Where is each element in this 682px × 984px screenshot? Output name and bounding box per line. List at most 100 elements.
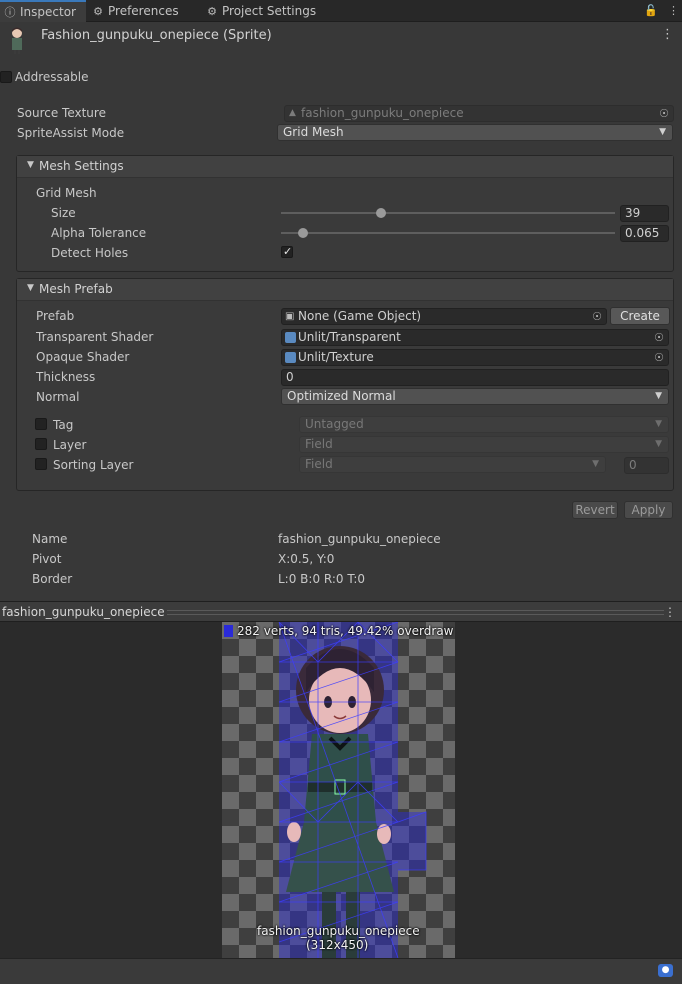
inspector-footer: ● xyxy=(0,958,682,984)
sorting-layer-label: Sorting Layer xyxy=(53,458,134,472)
sprite-preview: 282 verts, 94 tris, 49.42% overdraw fash… xyxy=(0,622,682,958)
object-picker-icon[interactable]: ☉ xyxy=(592,309,602,324)
grid-mesh-label: Grid Mesh xyxy=(36,186,97,200)
foldout-arrow-icon: ▼ xyxy=(27,160,34,170)
name-value: fashion_gunpuku_onepiece xyxy=(278,532,441,546)
chevron-down-icon: ▼ xyxy=(655,419,662,429)
size-slider-track[interactable] xyxy=(281,212,615,214)
mesh-stats: 282 verts, 94 tris, 49.42% overdraw xyxy=(237,624,454,638)
prefab-value: None (Game Object) xyxy=(298,309,422,323)
gameobject-icon: ▣ xyxy=(285,311,295,322)
source-texture-label: Source Texture xyxy=(17,106,106,120)
preview-header[interactable]: fashion_gunpuku_onepiece ⋮ xyxy=(0,601,682,622)
size-input[interactable]: 39 xyxy=(620,205,669,222)
thickness-label: Thickness xyxy=(36,370,96,384)
tag-checkbox[interactable] xyxy=(35,418,47,430)
drag-handle[interactable] xyxy=(167,610,664,615)
sorting-layer-value: Field xyxy=(305,457,333,471)
preview-caption-size: (312x450) xyxy=(306,938,369,952)
thickness-input[interactable]: 0 xyxy=(281,369,669,386)
tab-preferences-label: Preferences xyxy=(108,4,179,18)
sprite-mesh-overlay xyxy=(224,622,427,958)
tab-inspector[interactable]: ⓘ Inspector xyxy=(0,0,86,22)
alpha-tolerance-input[interactable]: 0.065 xyxy=(620,225,669,242)
chevron-down-icon: ▼ xyxy=(659,127,666,137)
tag-dropdown: Untagged ▼ xyxy=(299,416,669,433)
source-texture-field: ▲ fashion_gunpuku_onepiece ☉ xyxy=(284,105,674,122)
sprite-assist-mode-dropdown[interactable]: Grid Mesh ▼ xyxy=(277,124,673,141)
object-picker-icon[interactable]: ☉ xyxy=(654,330,664,345)
preview-title: fashion_gunpuku_onepiece xyxy=(2,605,165,619)
layer-label: Layer xyxy=(53,438,87,452)
alpha-tolerance-label: Alpha Tolerance xyxy=(51,226,147,240)
pivot-value: X:0.5, Y:0 xyxy=(278,552,335,566)
border-value: L:0 B:0 R:0 T:0 xyxy=(278,572,366,586)
apply-button[interactable]: Apply xyxy=(624,501,673,519)
addressable-checkbox[interactable] xyxy=(0,71,12,83)
size-label: Size xyxy=(51,206,76,220)
tag-value: Untagged xyxy=(305,417,364,431)
normal-value: Optimized Normal xyxy=(287,389,396,403)
normal-dropdown[interactable]: Optimized Normal ▼ xyxy=(281,388,669,405)
alpha-tolerance-slider-thumb[interactable] xyxy=(297,228,308,238)
gear-icon: ⚙ xyxy=(207,5,217,18)
object-picker-icon: ☉ xyxy=(659,107,669,120)
object-picker-icon[interactable]: ☉ xyxy=(654,350,664,365)
gear-icon: ⚙ xyxy=(93,5,103,18)
chevron-down-icon: ▼ xyxy=(655,439,662,449)
sorting-order-input: 0 xyxy=(624,457,669,474)
transparent-shader-label: Transparent Shader xyxy=(36,330,154,344)
mesh-legend-swatch xyxy=(224,625,233,637)
name-label: Name xyxy=(32,532,68,546)
alpha-tolerance-slider-track[interactable] xyxy=(281,232,615,234)
window-tab-bar: ⓘ Inspector ⚙ Preferences ⚙ Project Setting… xyxy=(0,0,682,22)
prefab-label: Prefab xyxy=(36,309,75,323)
lock-icon[interactable]: 🔓 xyxy=(644,4,658,17)
normal-label: Normal xyxy=(36,390,80,404)
layer-dropdown: Field ▼ xyxy=(299,436,669,453)
foldout-arrow-icon: ▼ xyxy=(27,283,34,293)
mesh-prefab-header[interactable]: ▼ Mesh Prefab xyxy=(17,279,673,301)
more-vertical-icon[interactable]: ⋮ xyxy=(668,4,679,17)
sorting-layer-dropdown: Field ▼ xyxy=(299,456,606,473)
opaque-shader-value: Unlit/Texture xyxy=(298,350,374,364)
addressable-label: Addressable xyxy=(15,70,89,84)
layer-value: Field xyxy=(305,437,333,451)
mesh-settings-title: Mesh Settings xyxy=(39,159,124,173)
opaque-shader-label: Opaque Shader xyxy=(36,350,130,364)
pivot-label: Pivot xyxy=(32,552,62,566)
opaque-shader-field[interactable]: Unlit/Texture ☉ xyxy=(281,349,669,366)
transparent-shader-field[interactable]: Unlit/Transparent ☉ xyxy=(281,329,669,346)
label-tag-icon[interactable]: ● xyxy=(658,964,673,977)
layer-checkbox[interactable] xyxy=(35,438,47,450)
shader-icon xyxy=(285,352,296,363)
tab-project-settings[interactable]: ⚙ Project Settings xyxy=(206,0,326,22)
mesh-prefab-title: Mesh Prefab xyxy=(39,282,113,296)
info-icon: ⓘ xyxy=(4,6,16,19)
inspector-header: Fashion_gunpuku_onepiece (Sprite) ⋮ xyxy=(0,23,682,63)
chevron-down-icon: ▼ xyxy=(592,459,599,469)
chevron-down-icon: ▼ xyxy=(655,391,662,401)
sprite-assist-mode-value: Grid Mesh xyxy=(283,125,344,139)
prefab-field[interactable]: ▣ None (Game Object) ☉ xyxy=(281,308,607,325)
create-prefab-button[interactable]: Create xyxy=(610,307,670,325)
tab-project-settings-label: Project Settings xyxy=(222,4,317,18)
transparent-shader-value: Unlit/Transparent xyxy=(298,330,401,344)
revert-button[interactable]: Revert xyxy=(572,501,618,519)
tag-label: Tag xyxy=(53,418,74,432)
addressable-row: Addressable xyxy=(0,70,682,86)
source-texture-value: fashion_gunpuku_onepiece xyxy=(301,106,464,120)
preview-caption-name: fashion_gunpuku_onepiece xyxy=(257,924,420,938)
sprite-assist-mode-label: SpriteAssist Mode xyxy=(17,126,125,140)
shader-icon xyxy=(285,332,296,343)
tab-preferences[interactable]: ⚙ Preferences xyxy=(92,0,196,22)
more-vertical-icon[interactable]: ⋮ xyxy=(664,605,676,619)
border-label: Border xyxy=(32,572,73,586)
sprite-thumbnail xyxy=(12,27,22,54)
sorting-layer-checkbox[interactable] xyxy=(35,458,47,470)
detect-holes-label: Detect Holes xyxy=(51,246,129,260)
more-vertical-icon[interactable]: ⋮ xyxy=(661,27,674,42)
detect-holes-checkbox[interactable] xyxy=(281,245,293,258)
mesh-settings-header[interactable]: ▼ Mesh Settings xyxy=(17,156,673,178)
tab-inspector-label: Inspector xyxy=(20,5,76,19)
